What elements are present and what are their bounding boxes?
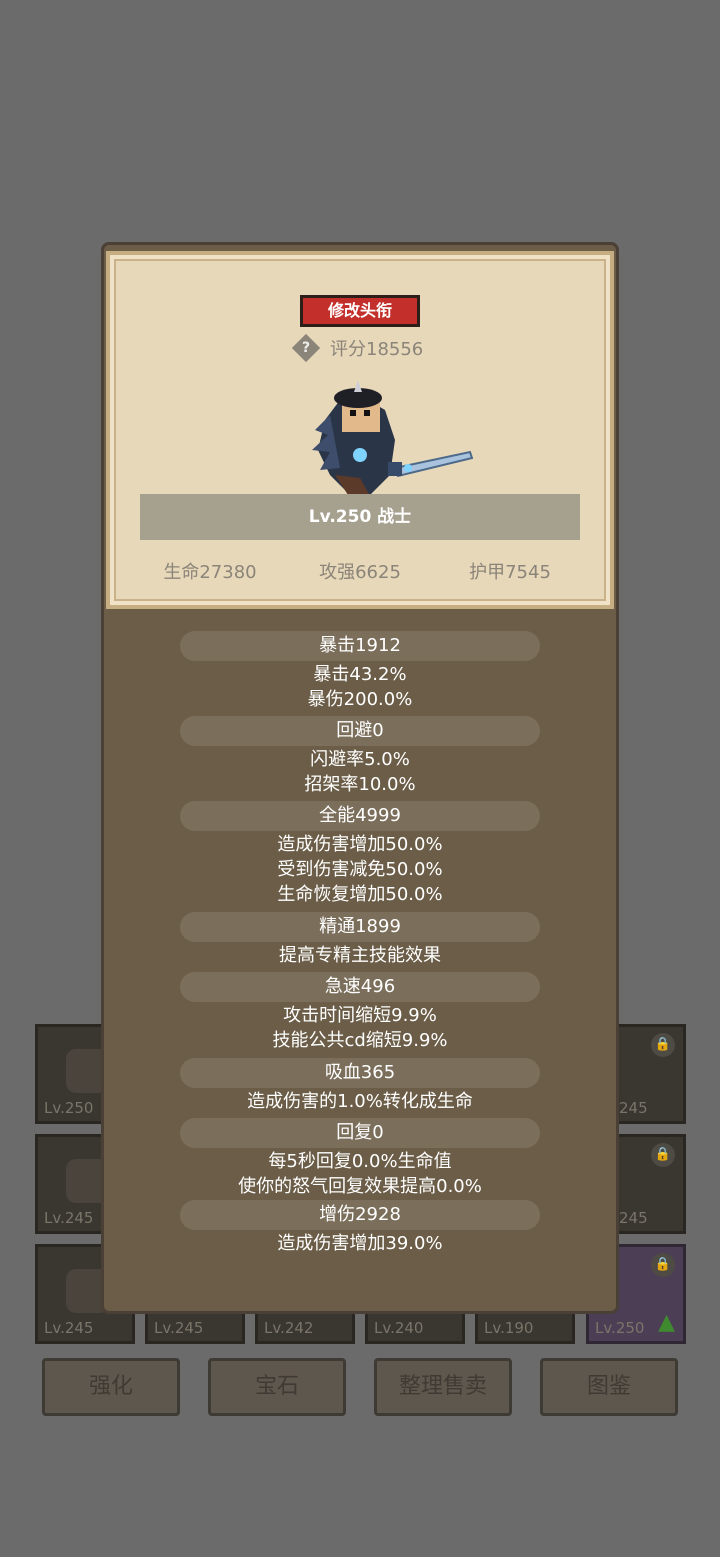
warrior-character-avatar <box>312 380 474 498</box>
sort-sell-button[interactable]: 整理售卖 <box>374 1358 512 1416</box>
lock-icon: 🔒 <box>651 1253 675 1277</box>
attr-header-mastery: 精通1899 <box>180 912 540 942</box>
attr-header-damage-bonus: 增伤2928 <box>180 1200 540 1230</box>
attr-header-haste: 急速496 <box>180 972 540 1002</box>
slot-level: Lv.240 <box>374 1319 424 1337</box>
attr-line: 使你的怒气回复效果提高0.0% <box>238 1176 482 1197</box>
attr-header-crit: 暴击1912 <box>180 631 540 661</box>
codex-button[interactable]: 图鉴 <box>540 1358 678 1416</box>
slot-level: Lv.242 <box>264 1319 314 1337</box>
attr-line: 招架率10.0% <box>304 774 416 795</box>
attr-line: 每5秒回复0.0%生命值 <box>268 1151 452 1172</box>
attr-line: 技能公共cd缩短9.9% <box>272 1030 448 1051</box>
enhance-button[interactable]: 强化 <box>42 1358 180 1416</box>
slot-level: 245 <box>619 1209 648 1227</box>
attr-line: 受到伤害减免50.0% <box>277 859 443 880</box>
lock-icon: 🔒 <box>651 1033 675 1057</box>
hp-stat: 生命27380 <box>163 562 257 583</box>
attr-line: 造成伤害的1.0%转化成生命 <box>247 1091 473 1112</box>
attr-line: 生命恢复增加50.0% <box>277 884 443 905</box>
slot-level: 245 <box>619 1099 648 1117</box>
attack-stat: 攻强6625 <box>319 562 401 583</box>
help-icon[interactable]: ? <box>291 333 321 363</box>
slot-level: Lv.250 <box>595 1319 645 1337</box>
slot-level: Lv.250 <box>44 1099 94 1117</box>
gem-button[interactable]: 宝石 <box>208 1358 346 1416</box>
attr-header-lifesteal: 吸血365 <box>180 1058 540 1088</box>
attr-header-regen: 回复0 <box>180 1118 540 1148</box>
attr-line: 造成伤害增加39.0% <box>277 1233 443 1254</box>
character-name-level: Lv.250 战士 <box>140 494 580 540</box>
slot-level: Lv.190 <box>484 1319 534 1337</box>
attr-line: 闪避率5.0% <box>310 749 410 770</box>
upgrade-arrow-icon: ▲ <box>658 1310 675 1335</box>
slot-level: Lv.245 <box>44 1209 94 1227</box>
attr-line: 暴伤200.0% <box>307 689 413 710</box>
armor-stat: 护甲7545 <box>469 562 551 583</box>
score-row: ? 评分18556 <box>291 333 424 363</box>
attr-header-dodge: 回避0 <box>180 716 540 746</box>
attr-line: 暴击43.2% <box>313 664 407 685</box>
attr-header-versatility: 全能4999 <box>180 801 540 831</box>
change-title-button[interactable]: 修改头衔 <box>300 295 420 327</box>
lock-icon: 🔒 <box>651 1143 675 1167</box>
score-value: 评分18556 <box>330 339 424 360</box>
slot-level: Lv.245 <box>44 1319 94 1337</box>
slot-level: Lv.245 <box>154 1319 204 1337</box>
attr-line: 攻击时间缩短9.9% <box>283 1005 437 1026</box>
attr-line: 造成伤害增加50.0% <box>277 834 443 855</box>
attr-line: 提高专精主技能效果 <box>279 945 441 966</box>
